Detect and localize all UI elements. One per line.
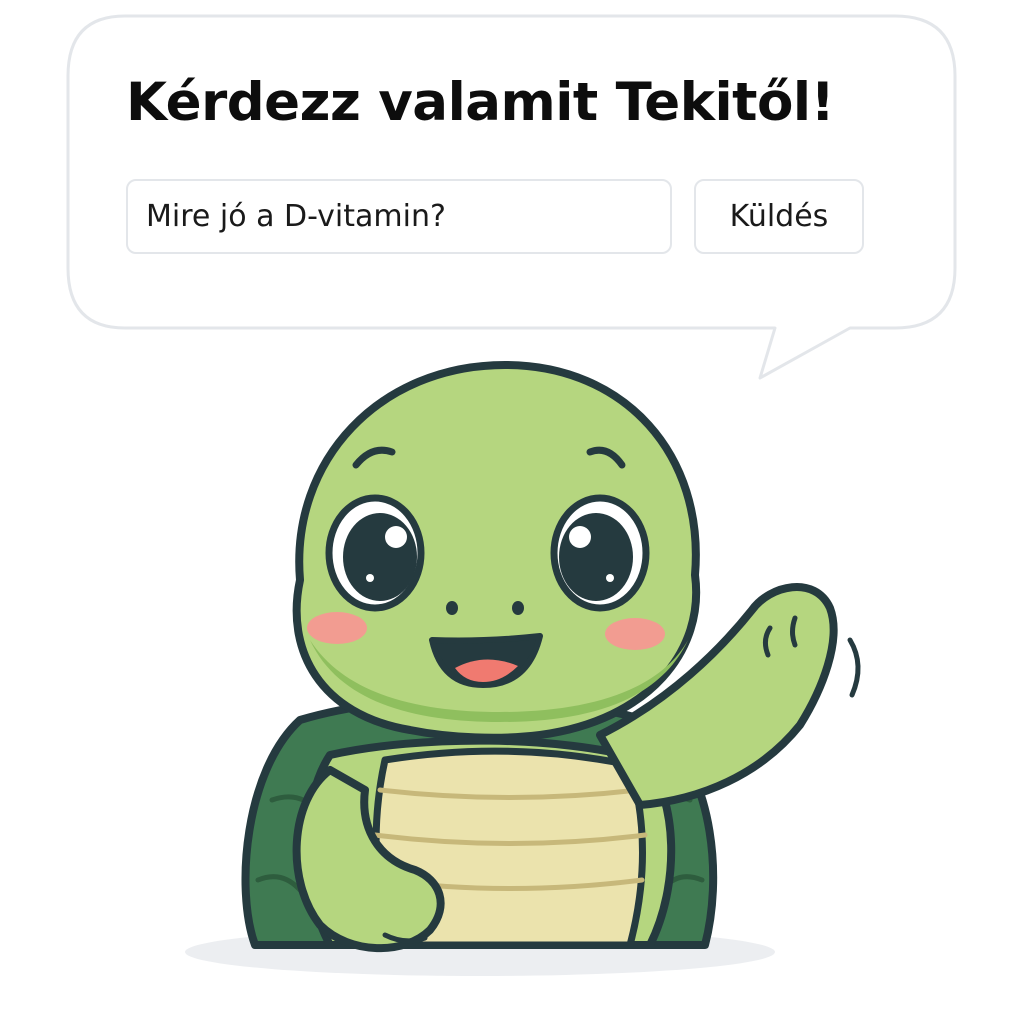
question-input[interactable] — [126, 179, 672, 254]
app-stage: Kérdezz valamit Tekitől! Küldés — [0, 0, 1024, 1024]
page-title: Kérdezz valamit Tekitől! — [126, 72, 835, 133]
send-button[interactable]: Küldés — [694, 179, 864, 254]
right-cheek — [605, 618, 665, 650]
left-cheek — [307, 612, 367, 644]
waving-turtle-icon — [185, 361, 861, 976]
